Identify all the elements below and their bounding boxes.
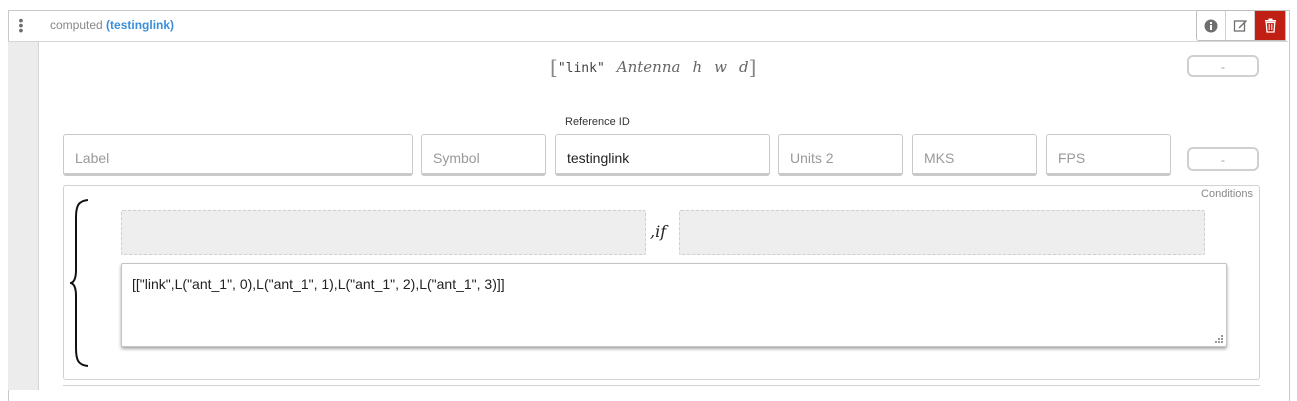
math-preview: ["link" Antenna h w d]: [550, 55, 756, 79]
expression-textarea[interactable]: [["link",L("ant_1", 0),L("ant_1", 1),L("…: [121, 263, 1227, 347]
block-gutter: [8, 42, 39, 390]
conditions-label: Conditions: [1201, 188, 1253, 200]
math-term: w: [714, 58, 727, 76]
reference-id-label: Reference ID: [565, 116, 630, 128]
block-title: computed (testinglink): [50, 18, 174, 32]
info-button[interactable]: [1197, 11, 1226, 40]
collapse-preview-button[interactable]: -: [1187, 55, 1259, 77]
drag-handle-icon[interactable]: • • •: [14, 13, 28, 37]
condition-expression-input[interactable]: [679, 210, 1205, 255]
left-brace-icon: [70, 199, 89, 367]
block-toolbar: [1196, 10, 1286, 41]
edit-icon: [1233, 20, 1247, 32]
expression-text: [["link",L("ant_1", 0),L("ant_1", 1),L("…: [132, 276, 505, 292]
label-field[interactable]: Label: [63, 134, 413, 176]
symbol-field[interactable]: Symbol: [421, 134, 546, 176]
units2-field[interactable]: Units 2: [778, 134, 903, 176]
reference-id-field[interactable]: testinglink: [555, 134, 770, 176]
math-string: "link": [557, 61, 605, 76]
info-icon: [1204, 19, 1218, 32]
block-name-label: (testinglink): [106, 18, 175, 32]
right-bracket: ]: [748, 55, 757, 79]
next-section-border: [63, 385, 1260, 391]
math-term: d: [738, 58, 749, 76]
block-type-label: computed: [50, 18, 103, 32]
math-term: h: [692, 58, 703, 76]
delete-button[interactable]: [1255, 11, 1285, 40]
resize-grip-icon[interactable]: [1215, 335, 1223, 343]
block-header: [8, 10, 1288, 42]
trash-icon: [1264, 18, 1276, 33]
left-bracket: [: [550, 55, 558, 79]
edit-button[interactable]: [1226, 11, 1255, 40]
math-term: Antenna: [616, 58, 681, 76]
fps-field[interactable]: FPS: [1046, 134, 1171, 176]
if-label: ,if: [650, 222, 667, 241]
mks-field[interactable]: MKS: [912, 134, 1037, 176]
collapse-fields-button[interactable]: -: [1187, 147, 1259, 171]
condition-value-input[interactable]: [121, 210, 646, 255]
